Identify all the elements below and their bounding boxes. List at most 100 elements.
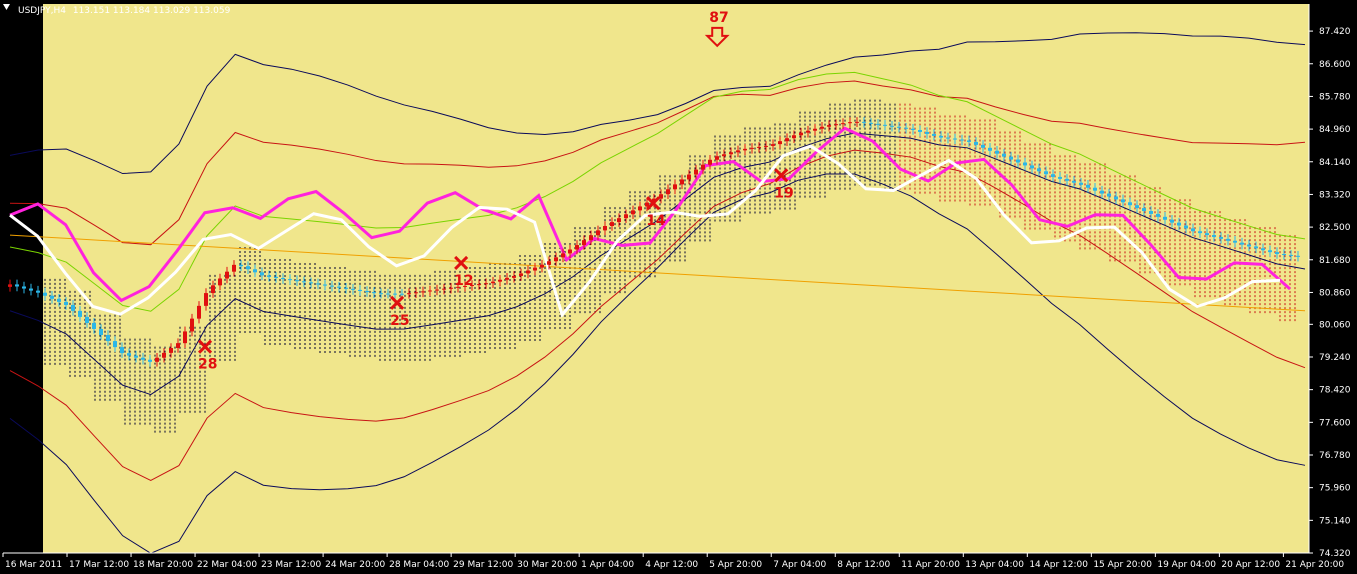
candle-body [547, 261, 551, 265]
candle-body [855, 121, 859, 123]
price-tick-label: 83.320 [1319, 190, 1351, 200]
candle-body [568, 249, 572, 254]
candle-body [36, 290, 40, 293]
plot-area[interactable] [3, 4, 1309, 553]
candle-body [148, 359, 152, 362]
price-tick-label: 78.420 [1319, 386, 1351, 396]
candle-body [29, 288, 33, 291]
candle-body [694, 169, 698, 175]
candle-body [253, 269, 257, 273]
candle-body [1093, 187, 1097, 191]
candle-body [281, 277, 285, 280]
candle-body [414, 292, 418, 294]
time-tick-label: 16 Mar 2011 [5, 560, 62, 570]
time-tick-label: 29 Mar 12:00 [453, 560, 513, 570]
candle-body [183, 331, 187, 344]
candle-body [820, 126, 824, 129]
candle-body [267, 275, 271, 277]
annotation-label: 19 [774, 185, 793, 201]
annotation-label: 87 [709, 10, 728, 26]
candle-body [260, 272, 264, 276]
candle-body [442, 288, 446, 290]
price-tick-label: 75.140 [1319, 516, 1351, 526]
candle-body [1198, 231, 1202, 234]
candle-body [1142, 208, 1146, 212]
price-tick-label: 80.060 [1319, 320, 1351, 330]
candle-body [1072, 180, 1076, 183]
time-tick-label: 15 Apr 20:00 [1093, 560, 1152, 570]
time-tick-label: 20 Apr 12:00 [1221, 560, 1280, 570]
candle-body [890, 125, 894, 127]
candle-body [15, 284, 19, 287]
candle-body [995, 150, 999, 154]
candle-body [974, 141, 978, 145]
candle-body [946, 137, 950, 139]
candle-body [1240, 242, 1244, 245]
candle-body [1058, 176, 1062, 179]
candle-body [302, 281, 306, 283]
price-tick-label: 84.960 [1319, 125, 1351, 135]
price-tick-label: 80.860 [1319, 288, 1351, 298]
candle-body [1233, 240, 1237, 243]
time-tick-label: 30 Mar 20:00 [517, 560, 577, 570]
candle-body [239, 264, 243, 267]
candle-body [610, 222, 614, 227]
candle-body [904, 127, 908, 129]
candle-body [1170, 219, 1174, 223]
candle-body [92, 322, 96, 329]
candle-body [421, 291, 425, 293]
candle-body [834, 124, 838, 126]
candle-body [484, 283, 488, 285]
candle-body [827, 125, 831, 127]
candle-body [785, 138, 789, 142]
candle-body [519, 273, 523, 276]
candle-body [1044, 171, 1048, 175]
time-tick-label: 13 Apr 04:00 [965, 560, 1024, 570]
candle-body [778, 141, 782, 145]
price-tick-label: 85.780 [1319, 92, 1351, 102]
candle-body [582, 240, 586, 246]
candle-body [1247, 244, 1251, 247]
time-axis[interactable]: 16 Mar 2011 17 Mar 12:00 18 Mar 20:00 22 Ma… [2, 552, 1344, 570]
candle-body [477, 284, 481, 286]
candle-body [1065, 178, 1069, 181]
candle-body [288, 279, 292, 281]
candle-body [988, 147, 992, 151]
candle-body [1079, 182, 1083, 185]
candle-body [561, 253, 565, 258]
candle-body [666, 189, 670, 195]
candle-body [435, 289, 439, 291]
candle-body [589, 235, 593, 241]
chart-title: USDJPY,H4 113.151 113.184 113.029 113.05… [18, 6, 231, 16]
candle-body [365, 291, 369, 293]
candle-body [295, 280, 299, 282]
time-tick-label: 28 Mar 04:00 [389, 560, 449, 570]
time-tick-label: 24 Mar 20:00 [325, 560, 385, 570]
candle-body [638, 206, 642, 211]
candle-body [204, 293, 208, 306]
candle-body [729, 152, 733, 155]
price-tick-label: 81.680 [1319, 256, 1351, 266]
candle-body [1177, 222, 1181, 226]
price-tick-label: 77.600 [1319, 418, 1351, 428]
price-axis[interactable]: 87.420 86.600 85.780 84.960 84.140 83.320 82.5… [1308, 4, 1351, 559]
candle-body [932, 133, 936, 136]
candle-body [491, 281, 495, 284]
price-tick-label: 86.600 [1319, 60, 1351, 70]
candle-body [750, 147, 754, 149]
candle-body [540, 264, 544, 268]
candle-body [771, 144, 775, 146]
candle-body [813, 128, 817, 131]
candle-body [358, 289, 362, 292]
chart-canvas[interactable]: 28 25 12 14 19 87 87.420 86.600 85.780 84.960 84.… [0, 0, 1357, 574]
chart-window[interactable]: 28 25 12 14 19 87 87.420 86.600 85.780 84.960 84.… [0, 0, 1357, 574]
time-tick-label: 4 Apr 12:00 [645, 560, 698, 570]
candle-body [169, 348, 173, 353]
price-tick-label: 87.420 [1319, 27, 1351, 37]
candle-body [764, 145, 768, 147]
candle-body [316, 283, 320, 285]
candle-body [1184, 225, 1188, 229]
candle-body [1282, 254, 1286, 256]
price-tick-label: 76.780 [1319, 451, 1351, 461]
candle-body [1156, 213, 1160, 217]
